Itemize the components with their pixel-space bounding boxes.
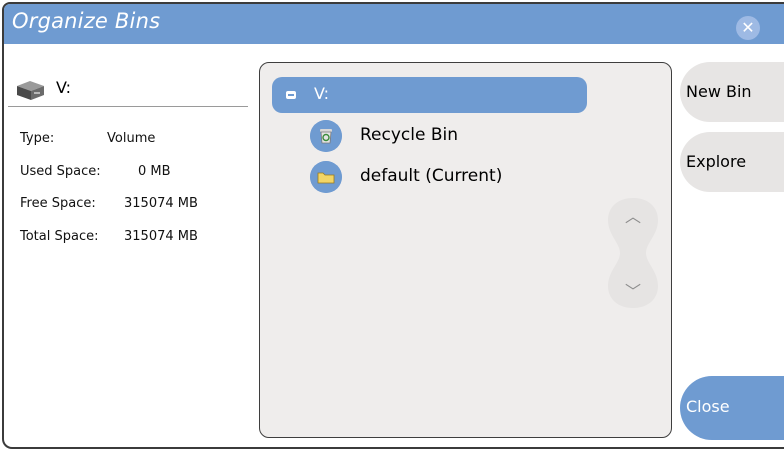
- new-bin-label: New Bin: [686, 82, 752, 101]
- info-value-used-space: 0 MB: [138, 164, 171, 179]
- tree-root-item[interactable]: V:: [272, 77, 587, 113]
- tree-item-label: default (Current): [360, 166, 503, 186]
- scroll-up-icon[interactable]: ︿: [625, 203, 641, 227]
- info-value-type: Volume: [107, 131, 156, 146]
- collapse-minus-icon[interactable]: [286, 91, 296, 99]
- tree-item-recycle-bin[interactable]: Recycle Bin: [310, 120, 610, 152]
- dialog-title: Organize Bins: [12, 9, 161, 33]
- title-bar: Organize Bins ✕: [4, 4, 784, 44]
- close-button[interactable]: Close: [680, 376, 784, 440]
- drive-info-panel: V: Type: Volume Used Space: 0 MB Free Sp…: [4, 44, 254, 444]
- explore-button[interactable]: Explore: [680, 132, 784, 192]
- info-label-total-space: Total Space:: [20, 229, 99, 244]
- organize-bins-dialog: Organize Bins ✕ V: Type: Volume Used Spa…: [2, 2, 784, 449]
- close-label: Close: [686, 397, 730, 416]
- folder-icon: [310, 161, 342, 193]
- hard-drive-icon: [17, 81, 44, 100]
- bin-tree-panel: V: Recycle Bin default (Current) ︿ ﹀: [259, 62, 672, 438]
- scroll-down-icon[interactable]: ﹀: [625, 278, 641, 302]
- drive-header: V:: [12, 74, 242, 104]
- explore-label: Explore: [686, 152, 747, 171]
- info-label-used-space: Used Space:: [20, 164, 101, 179]
- info-value-total-space: 315074 MB: [124, 229, 198, 244]
- info-label-free-space: Free Space:: [20, 196, 96, 211]
- recycle-bin-icon: [310, 120, 342, 152]
- divider: [8, 106, 248, 107]
- close-icon[interactable]: ✕: [736, 16, 760, 40]
- tree-root-label: V:: [314, 84, 330, 103]
- new-bin-button[interactable]: New Bin: [680, 62, 784, 122]
- drive-name: V:: [56, 78, 72, 97]
- tree-item-label: Recycle Bin: [360, 125, 459, 145]
- tree-item-default[interactable]: default (Current): [310, 161, 610, 193]
- info-value-free-space: 315074 MB: [124, 196, 198, 211]
- info-label-type: Type:: [20, 131, 55, 146]
